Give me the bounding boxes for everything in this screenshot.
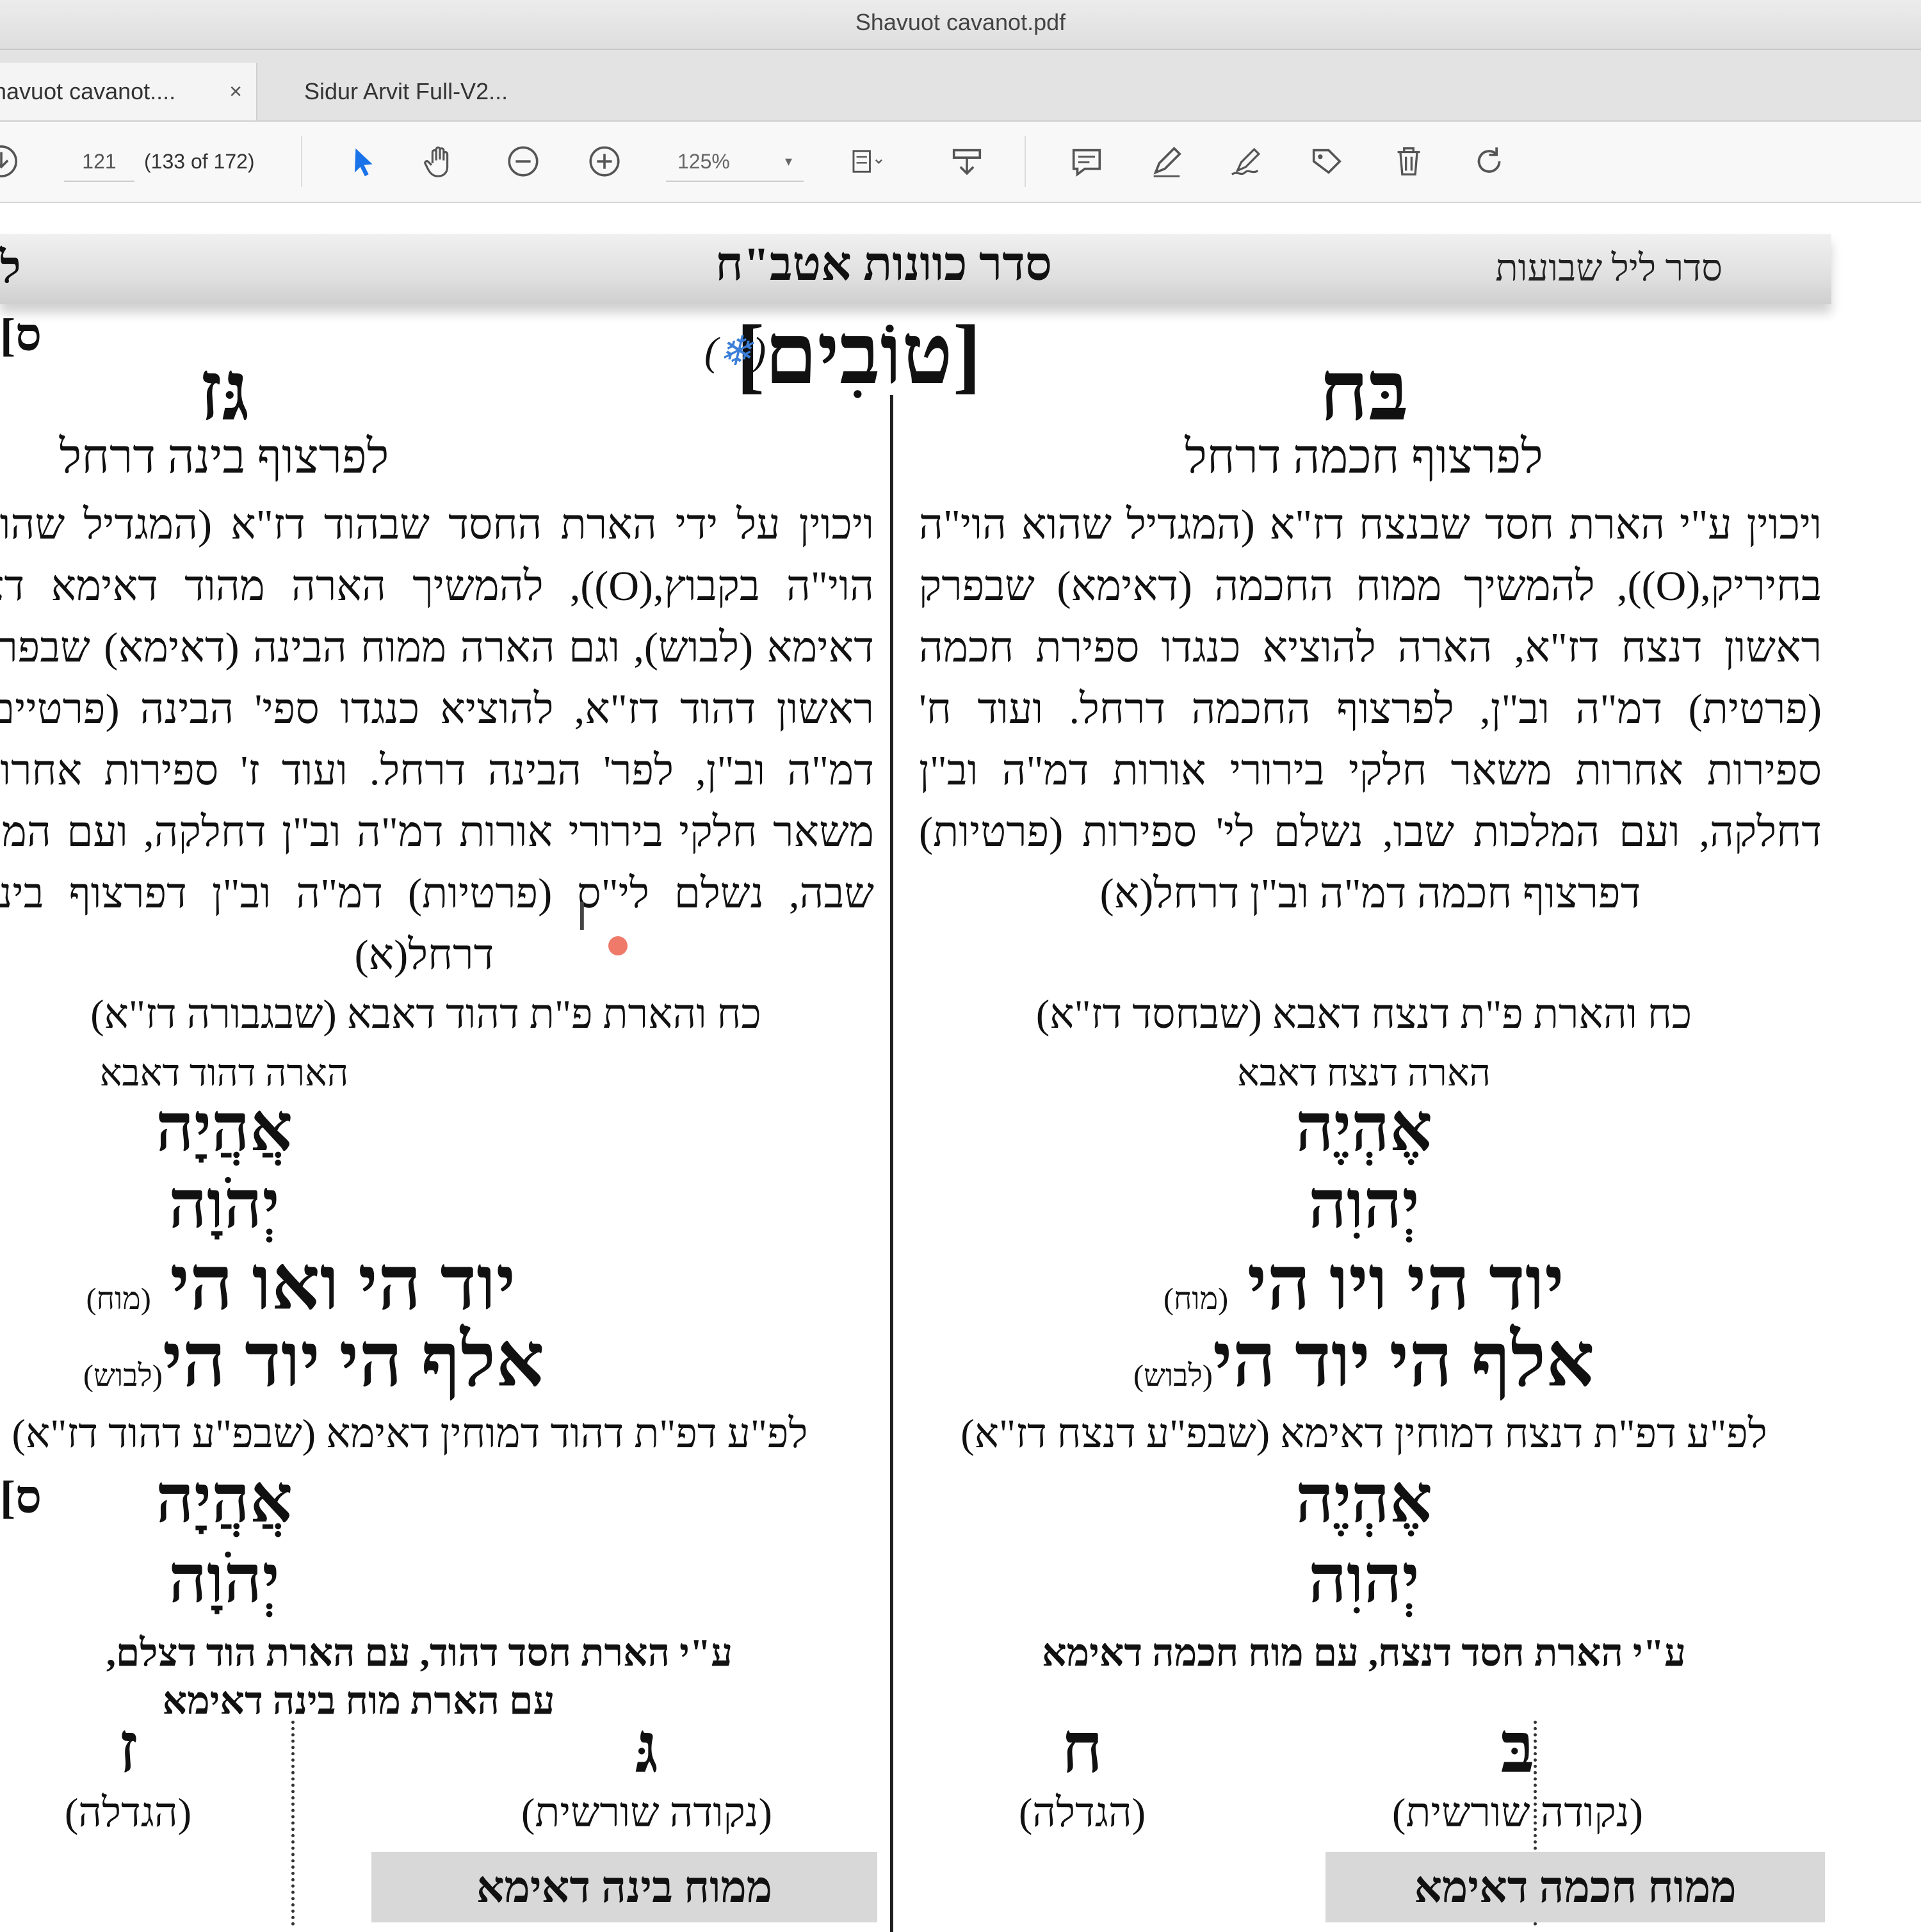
nekuda-block: בּ (נקודה שורשית) [1383,1708,1652,1837]
tovim-annotation: (❄) [704,328,766,375]
toolbar-separator [1025,136,1026,187]
snowflake-icon: ❄ [718,329,752,374]
window-title: Shavuot cavanot.pdf [855,9,1066,35]
pdf-toolbar: 121 (133 of 172) 125% ▾ [0,122,1921,203]
sign-icon[interactable] [1226,141,1267,182]
zoom-in-icon[interactable] [584,141,625,182]
column-subtitle: לפרצוף חכמה דרחל [1185,431,1543,483]
milui-note: (לבוש) [1133,1359,1213,1393]
tab-label: havuot cavanot.... [0,78,176,104]
hagdala-letter: ז [118,1709,138,1787]
milui-note: (מוח) [1163,1282,1229,1316]
hagdala-label: (הגדלה) [64,1790,192,1835]
chevron-down-icon: ▾ [784,153,792,169]
column-paragraph: ויכוין ע"י הארת חסד שבנצח דז"א (המגדיל ש… [919,501,1822,917]
milui-note: (לבוש) [83,1359,163,1393]
tovim-note-open: ( [704,329,718,374]
tag-icon[interactable] [1306,141,1347,182]
divine-name: אֲהֲיָה [156,1091,293,1165]
tab-sidur[interactable]: Sidur Arvit Full-V2... [259,63,624,120]
tab-shavuot[interactable]: havuot cavanot.... × [0,63,257,120]
marker-dot [608,936,628,955]
header-center-title: סדר כוונות אטב"ח [715,238,1052,291]
koach-line: כח והארת פ"ת דהוד דאבא (שבגבורה דז"א) [90,991,761,1037]
divine-name: יְהֹוָה [168,1543,280,1616]
hagdala-block: ז (הגדלה) [45,1708,211,1837]
milui-note: (מוח) [86,1282,151,1316]
hand-icon[interactable] [419,141,460,182]
hara-line: הארה דהוד דאבא [99,1052,349,1094]
header-left-mark: ל [0,243,21,293]
fit-page-icon[interactable] [839,141,896,182]
zoom-select[interactable]: 125% ▾ [666,142,804,182]
column-divider [890,395,893,1932]
highlight-icon[interactable] [1146,141,1187,182]
window-titlebar: Shavuot cavanot.pdf [0,0,1921,50]
divine-name: יְהֹוָה [168,1168,280,1242]
nekuda-letter: בּ [1500,1709,1535,1787]
toolbar-separator [301,136,302,187]
zoom-value: 125% [677,150,730,173]
page-header: ל סדר כוונות אטב"ח סדר ליל שבועות [0,234,1831,304]
lefi-line: לפ"ע דפ"ת דהוד דמוחין דאימא (שבפ"ע דהוד … [12,1411,808,1456]
tovim-note-close: ) [752,329,766,374]
stamp-icon[interactable] [944,141,989,182]
page-number-input[interactable]: 121 [64,142,134,182]
divine-name: יְהוִה [1308,1168,1420,1242]
tab-bar: havuot cavanot.... × Sidur Arvit Full-V2… [0,50,1921,122]
milui-text: יוד הי ואו הי [170,1242,516,1326]
nekuda-label: (נקודה שורשית) [1392,1790,1643,1835]
nekuda-letter: גּ [635,1709,659,1787]
nekuda-block: גּ (נקודה שורשית) [512,1708,781,1837]
tab-label: Sidur Arvit Full-V2... [304,78,508,104]
divine-name: יְהוִה [1308,1543,1420,1616]
milui-text: יוד הי ויו הי [1247,1242,1564,1326]
gray-bar: ממוח חכמה דאימא [1325,1852,1825,1922]
download-icon[interactable] [0,141,22,182]
al-yedei-line: ע"י הארת חסד דהוד, עם הארת הוד דצלם, [106,1632,733,1674]
hagdala-block: ח (הגדלה) [999,1708,1165,1837]
dotted-separator [291,1721,295,1926]
gray-bar: ממוח בינה דאימא [371,1852,877,1922]
milui-line: אלף הי יוד הי(לבוש) [0,1317,653,1404]
tab-close-icon[interactable]: × [229,63,242,120]
milui-line: אלף הי יוד הי(לבוש) [909,1317,1819,1404]
divine-name: אֶהְיֶה [1295,1091,1432,1165]
select-arrow-icon[interactable] [343,141,384,182]
text-cursor-icon: I [576,895,588,939]
milui-line: יוד הי ויו הי (מוח) [909,1240,1819,1327]
rotate-icon[interactable] [1470,141,1511,182]
divine-name: אֶהְיֶה [1295,1463,1432,1536]
milui-text: אלף הי יוד הי [162,1319,544,1402]
al-yedei-line: ע"י הארת חסד דנצח, עם מוח חכמה דאימא [1042,1632,1686,1674]
hagdala-letter: ח [1061,1709,1103,1787]
pdf-page: ל סדר כוונות אטב"ח סדר ליל שבועות [טוֹבִ… [0,203,1921,1932]
koach-line: כח והארת פ"ת דנצח דאבא (שבחסד דז"א) [1035,991,1692,1037]
lefi-line: לפ"ע דפ"ת דנצח דמוחין דאימא (שבפ"ע דנצח … [960,1411,1767,1456]
column-subtitle: לפרצוף בינה דרחל [59,431,389,483]
column-paragraph: ויכוין על ידי הארת החסד שבהוד דז"א (המגד… [0,501,875,978]
trash-icon[interactable] [1388,141,1429,182]
nekuda-label: (נקודה שורשית) [521,1790,772,1835]
zoom-out-icon[interactable] [503,141,544,182]
column-letters: בּח [1319,346,1409,438]
divine-name: אֲהֲיָה [156,1463,293,1536]
header-right-title: סדר ליל שבועות [1495,247,1722,289]
hagdala-label: (הגדלה) [1018,1790,1146,1835]
milui-line: יוד הי ואו הי (מוח) [0,1240,628,1327]
column-letters: גּז [199,346,250,438]
page-count: (133 of 172) [144,150,255,173]
hara-line: הארה דנצח דאבא [1237,1052,1491,1094]
comment-icon[interactable] [1066,141,1107,182]
milui-text: אלף הי יוד הי [1212,1319,1594,1402]
